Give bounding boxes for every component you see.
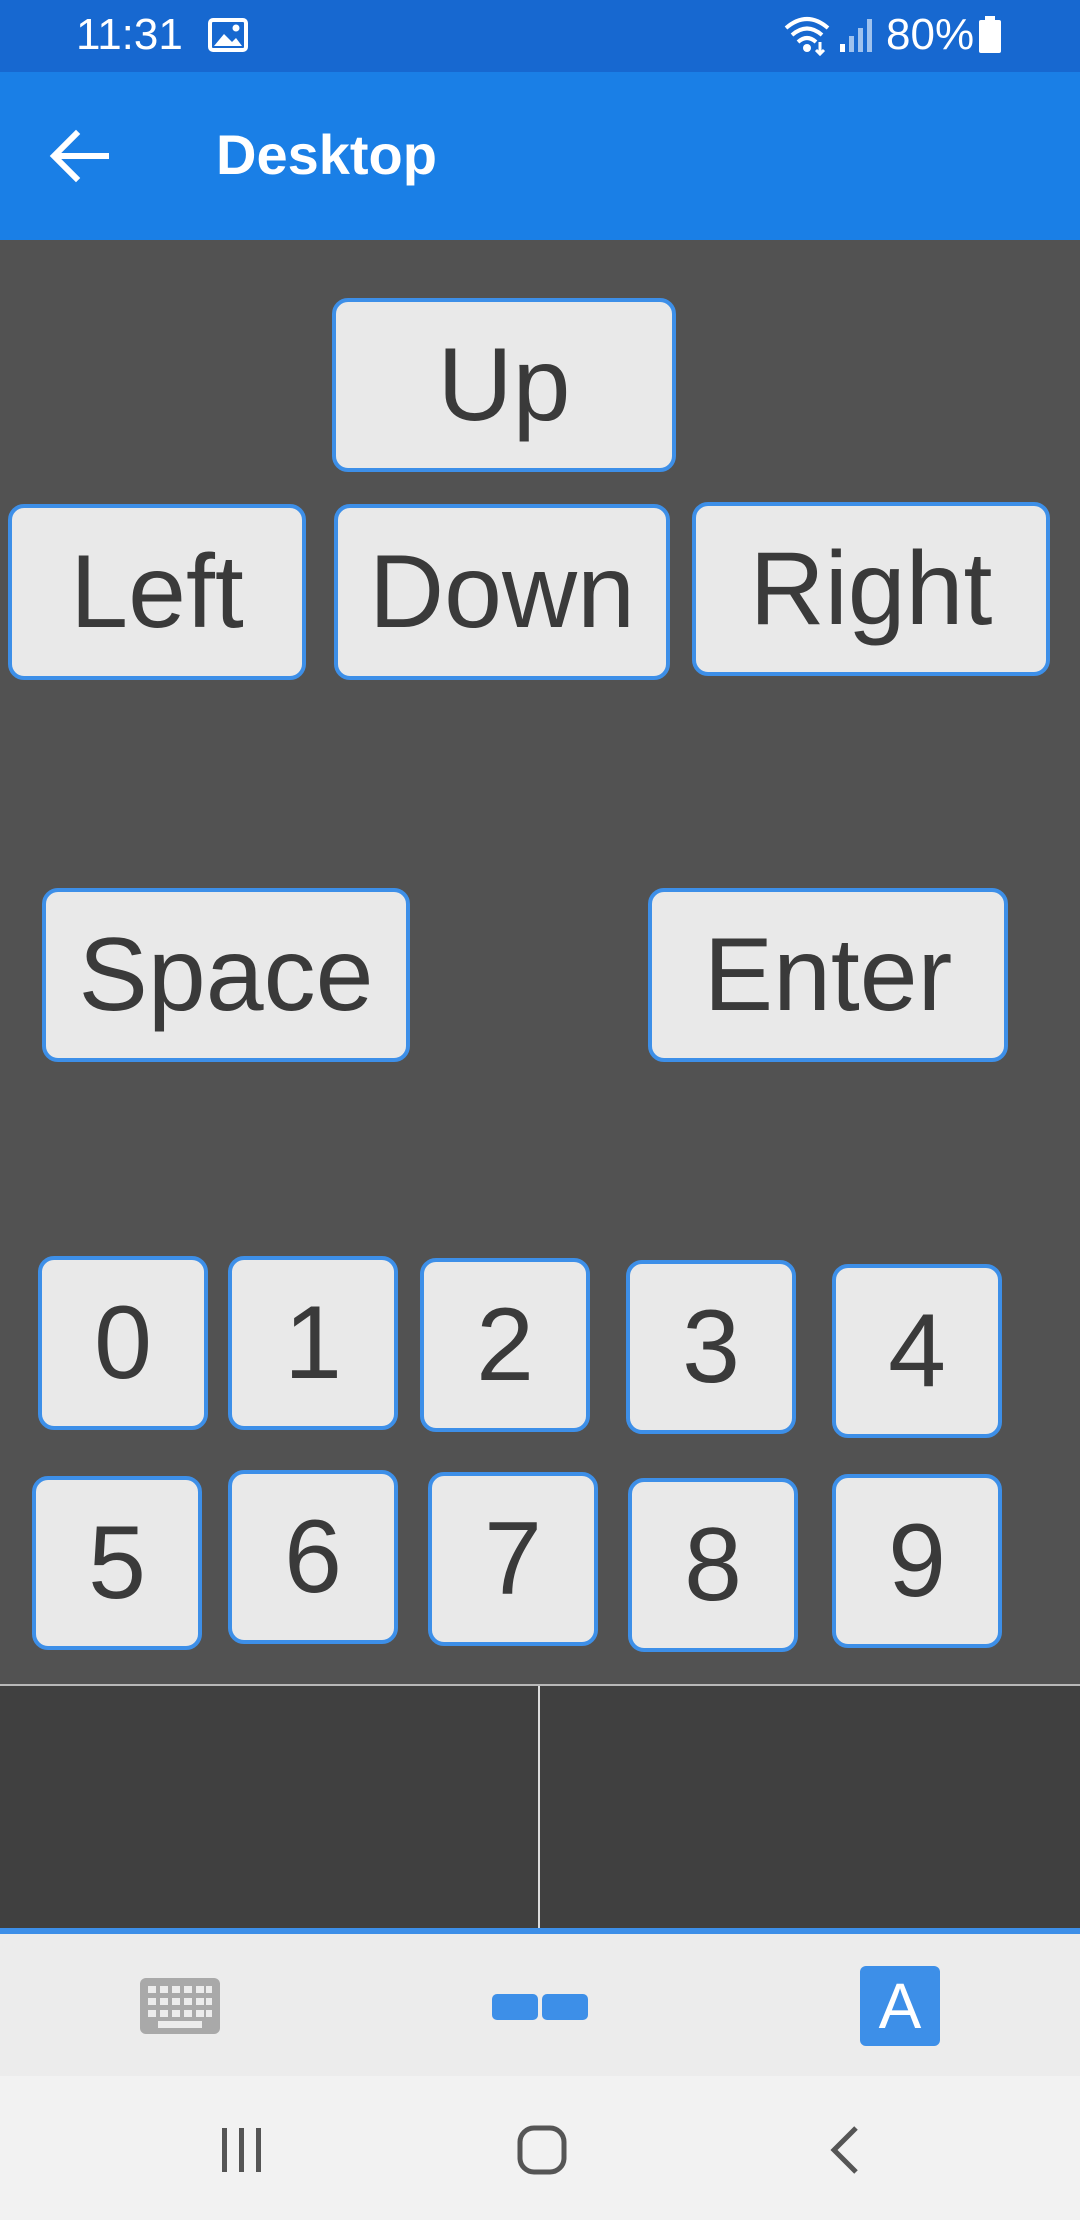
signal-icon [840, 19, 872, 52]
battery-percent: 80% [886, 10, 975, 59]
back-icon[interactable] [818, 2120, 878, 2180]
up-key-button[interactable]: Up [332, 298, 676, 472]
number-key-8[interactable]: 8 [628, 1478, 798, 1652]
system-navigation-bar [0, 2076, 1080, 2220]
number-key-9[interactable]: 9 [832, 1474, 1002, 1648]
text-input-button[interactable]: A [860, 1966, 940, 2046]
number-key-2[interactable]: 2 [420, 1258, 590, 1432]
number-key-5[interactable]: 5 [32, 1476, 202, 1650]
arrow-left-icon[interactable] [40, 116, 120, 196]
wifi-icon [784, 17, 830, 56]
number-key-1[interactable]: 1 [228, 1256, 398, 1430]
keyboard-icon[interactable] [140, 1978, 220, 2034]
number-key-3[interactable]: 3 [626, 1260, 796, 1434]
status-time: 11:31 [76, 10, 183, 59]
battery-icon [979, 16, 1001, 53]
app-bar: Desktop [0, 72, 1080, 240]
enter-key-button[interactable]: Enter [648, 888, 1008, 1062]
status-bar: 11:31 80% [0, 0, 1080, 72]
right-click-area[interactable] [540, 1686, 1080, 1930]
image-icon [208, 18, 248, 52]
right-key-button[interactable]: Right [692, 502, 1050, 676]
left-key-button[interactable]: Left [8, 504, 306, 680]
left-click-area[interactable] [0, 1686, 538, 1930]
number-key-6[interactable]: 6 [228, 1470, 398, 1644]
home-icon[interactable] [512, 2120, 572, 2180]
number-key-0[interactable]: 0 [38, 1256, 208, 1430]
input-mode-tab-bar: A [0, 1934, 1080, 2076]
down-key-button[interactable]: Down [334, 504, 670, 680]
number-key-4[interactable]: 4 [832, 1264, 1002, 1438]
touchpad-area [0, 1684, 1080, 1930]
touchpad-icon[interactable] [492, 1986, 588, 2026]
page-title: Desktop [216, 123, 437, 186]
recent-apps-icon[interactable] [212, 2120, 272, 2180]
number-key-7[interactable]: 7 [428, 1472, 598, 1646]
space-key-button[interactable]: Space [42, 888, 410, 1062]
